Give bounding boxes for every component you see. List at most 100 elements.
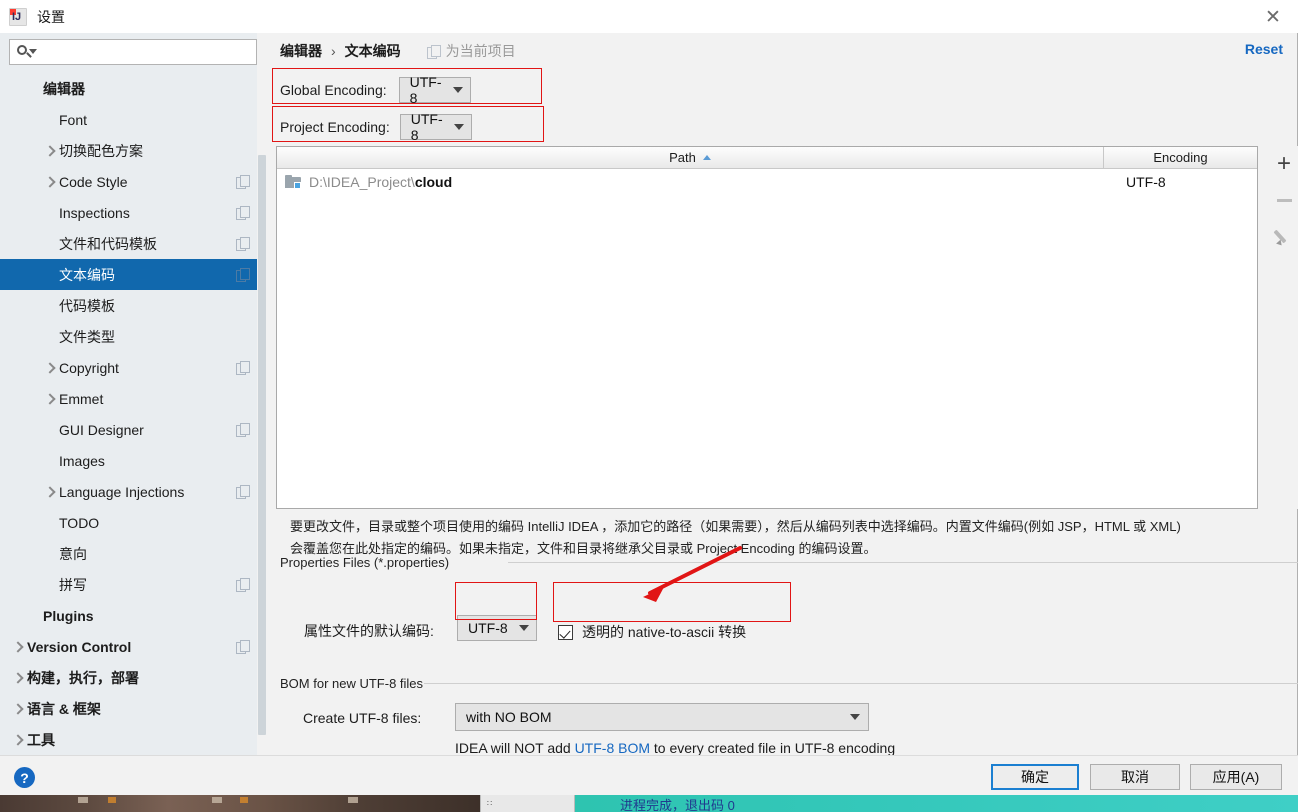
properties-files-section-title: Properties Files (*.properties) [280, 555, 458, 570]
sidebar-item-14[interactable]: TODO [0, 507, 257, 538]
transparent-native-to-ascii-checkbox[interactable]: 透明的 native-to-ascii 转换 [558, 622, 746, 642]
sidebar-item-2[interactable]: 切换配色方案 [0, 135, 257, 166]
screen: ∷ 进程完成，退出码 0 IJ 设置 ✕ 编辑器 Font 切换配色方案 Code S… [0, 0, 1298, 812]
sidebar-item-label: Code Style [59, 173, 128, 190]
project-encoding-row: Project Encoding: UTF-8 [280, 111, 472, 143]
sidebar-item-15[interactable]: 意向 [0, 538, 257, 569]
background-taskbar [480, 795, 575, 812]
settings-content-pane: 编辑器 › 文本编码 为当前项目 Reset Global Encoding: … [268, 33, 1298, 756]
sidebar-item-label: 文本编码 [59, 266, 115, 283]
project-encoding-value: UTF-8 [410, 111, 443, 143]
sidebar-item-5[interactable]: 文件和代码模板 [0, 228, 257, 259]
bom-note: IDEA will NOT add UTF-8 BOM to every cre… [455, 740, 895, 756]
table-cell-path: D:\IDEA_Project\ cloud [277, 174, 1104, 190]
add-path-button[interactable]: + [1267, 146, 1298, 182]
sidebar-scrollbar-thumb[interactable] [258, 155, 266, 735]
ok-button[interactable]: 确定 [991, 764, 1079, 790]
sidebar-item-label: Images [59, 452, 105, 469]
help-icon[interactable]: ? [14, 767, 35, 788]
search-input[interactable] [36, 43, 256, 61]
sidebar-item-8[interactable]: 文件类型 [0, 321, 257, 352]
sidebar-item-9[interactable]: Copyright [0, 352, 257, 383]
settings-dialog: IJ 设置 ✕ 编辑器 Font 切换配色方案 Code Style Inspectio… [0, 0, 1298, 795]
bom-note-prefix: IDEA will NOT add [455, 740, 575, 756]
properties-encoding-select[interactable]: UTF-8 [457, 615, 537, 641]
apply-button[interactable]: 应用(A) [1190, 764, 1282, 790]
sidebar-item-label: 切换配色方案 [59, 142, 143, 159]
sidebar-item-label: 语言 & 框架 [27, 700, 101, 717]
sidebar-item-20[interactable]: 语言 & 框架 [0, 693, 257, 724]
plus-icon: + [1276, 150, 1291, 177]
copy-icon [236, 237, 250, 251]
checkbox-checked-icon[interactable] [558, 624, 573, 640]
search-icon [16, 43, 37, 61]
sidebar-item-label: TODO [59, 514, 100, 531]
sidebar-item-1[interactable]: Font [0, 104, 257, 135]
settings-tree: 编辑器 Font 切换配色方案 Code Style Inspections 文件和代码模… [0, 73, 257, 755]
sort-ascending-icon [702, 155, 711, 160]
sidebar-item-18[interactable]: Version Control [0, 631, 257, 662]
sidebar-item-16[interactable]: 拼写 [0, 569, 257, 600]
sidebar-item-label: 文件类型 [59, 328, 115, 345]
sidebar-item-label: 意向 [59, 545, 87, 562]
sidebar-item-3[interactable]: Code Style [0, 166, 257, 197]
chevron-down-icon [452, 87, 463, 93]
cancel-button[interactable]: 取消 [1090, 764, 1180, 790]
utf8-bom-link[interactable]: UTF-8 BOM [575, 740, 650, 756]
table-cell-encoding[interactable]: UTF-8 [1104, 174, 1257, 190]
sidebar-item-0[interactable]: 编辑器 [0, 73, 257, 104]
edit-path-button[interactable] [1267, 218, 1298, 254]
chevron-right-icon[interactable] [42, 175, 56, 189]
close-icon[interactable]: ✕ [1258, 4, 1288, 30]
column-header-encoding[interactable]: Encoding [1104, 147, 1257, 168]
reset-link[interactable]: Reset [1245, 41, 1283, 57]
create-utf8-files-value: with NO BOM [466, 709, 552, 725]
chevron-right-icon[interactable] [42, 144, 56, 158]
sidebar-item-11[interactable]: GUI Designer [0, 414, 257, 445]
column-header-path[interactable]: Path [277, 147, 1104, 168]
sidebar-item-label: 构建，执行，部署 [27, 669, 139, 686]
sidebar-item-7[interactable]: 代码模板 [0, 290, 257, 321]
sidebar-item-label: 编辑器 [43, 80, 85, 97]
global-encoding-value: UTF-8 [409, 74, 442, 106]
chevron-right-icon[interactable] [10, 640, 24, 654]
breadcrumb-root[interactable]: 编辑器 [280, 41, 322, 61]
pencil-icon [1275, 227, 1293, 245]
sidebar-item-12[interactable]: Images [0, 445, 257, 476]
project-encoding-select[interactable]: UTF-8 [399, 111, 472, 143]
chevron-right-icon[interactable] [42, 485, 56, 499]
chevron-right-icon[interactable] [10, 702, 24, 716]
sidebar-item-label: Version Control [27, 638, 132, 655]
chevron-right-icon[interactable] [42, 361, 56, 375]
sidebar-item-6[interactable]: 文本编码 [0, 259, 257, 290]
create-utf8-files-select[interactable]: with NO BOM [455, 703, 869, 731]
chevron-right-icon[interactable] [10, 733, 24, 747]
terminal-output-text: 进程完成，退出码 0 [620, 798, 735, 812]
sidebar-item-21[interactable]: 工具 [0, 724, 257, 755]
for-current-project-label: 为当前项目 [445, 43, 516, 59]
remove-path-button[interactable] [1267, 182, 1298, 218]
sidebar-item-17[interactable]: Plugins [0, 600, 257, 631]
sidebar-item-19[interactable]: 构建，执行，部署 [0, 662, 257, 693]
sidebar-item-13[interactable]: Language Injections [0, 476, 257, 507]
chevron-down-icon [519, 625, 529, 631]
breadcrumb: 编辑器 › 文本编码 为当前项目 [280, 41, 516, 61]
sidebar-item-10[interactable]: Emmet [0, 383, 257, 414]
global-encoding-select[interactable]: UTF-8 [398, 74, 471, 106]
table-header-row: Path Encoding [277, 147, 1257, 169]
table-row[interactable]: D:\IDEA_Project\ cloud UTF-8 [277, 169, 1257, 195]
chevron-right-icon[interactable] [10, 671, 24, 685]
chevron-right-icon[interactable] [42, 392, 56, 406]
dialog-footer: ? 确定 取消 应用(A) [0, 755, 1298, 795]
sidebar-item-4[interactable]: Inspections [0, 197, 257, 228]
search-box[interactable] [9, 39, 257, 65]
